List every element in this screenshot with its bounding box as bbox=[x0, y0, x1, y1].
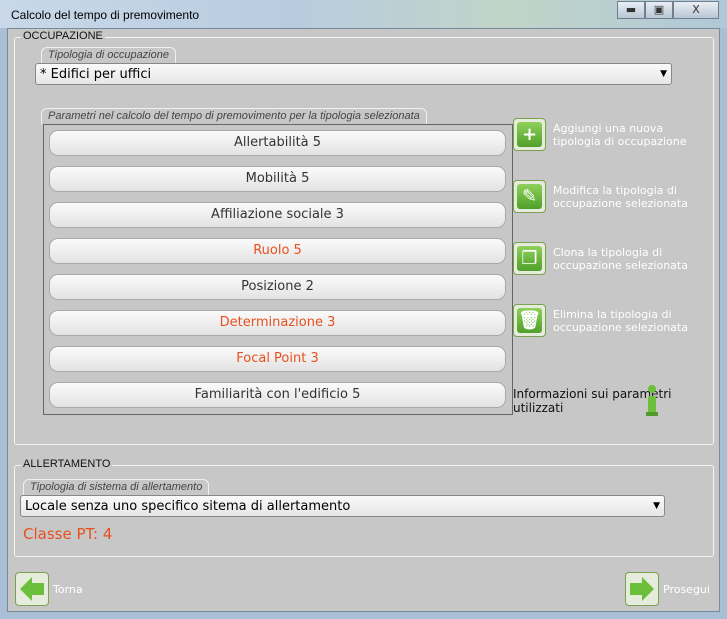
arrow-right-icon bbox=[625, 572, 659, 606]
info-icon[interactable] bbox=[644, 385, 660, 417]
action-pencil-button[interactable]: ✎ Modifica la tipologia di occupazione se… bbox=[513, 180, 703, 213]
param-button[interactable]: Posizione 2 bbox=[49, 274, 506, 300]
action-label: Elimina la tipologia di occupazione sele… bbox=[553, 307, 688, 334]
window-content: OCCUPAZIONE Tipologia di occupazione * E… bbox=[7, 28, 720, 612]
allertamento-group: ALLERTAMENTO Tipologia di sistema di all… bbox=[14, 458, 714, 557]
allertamento-label: ALLERTAMENTO bbox=[21, 458, 113, 470]
action-trash-button[interactable]: 🗑 Elimina la tipologia di occupazione sel… bbox=[513, 304, 703, 337]
tipologia-allertamento-label: Tipologia di sistema di allertamento bbox=[23, 479, 210, 495]
arrow-left-icon bbox=[15, 572, 49, 606]
param-button[interactable]: Focal Point 3 bbox=[49, 346, 506, 372]
param-button[interactable]: Mobilità 5 bbox=[49, 166, 506, 192]
next-button[interactable]: Prosegui bbox=[625, 572, 714, 606]
tipologia-allertamento-select[interactable]: Locale senza uno specifico sitema di all… bbox=[20, 495, 665, 517]
window-title: Calcolo del tempo di premovimento bbox=[11, 8, 200, 22]
classe-pt: Classe PT: 4 bbox=[23, 525, 113, 543]
param-button[interactable]: Allertabilità 5 bbox=[49, 130, 506, 156]
close-button[interactable]: X bbox=[673, 1, 719, 19]
action-label: Aggiungi una nuova tipologia di occupazi… bbox=[553, 121, 687, 148]
dropdown-arrow-icon: ▼ bbox=[653, 501, 660, 511]
action-label: Modifica la tipologia di occupazione sel… bbox=[553, 183, 688, 210]
title-bar: Calcolo del tempo di premovimento ▬ ▣ X bbox=[0, 0, 727, 28]
trash-icon: 🗑 bbox=[513, 304, 546, 337]
param-button[interactable]: Affiliazione sociale 3 bbox=[49, 202, 506, 228]
param-button[interactable]: Determinazione 3 bbox=[49, 310, 506, 336]
back-label: Torna bbox=[53, 582, 83, 596]
next-label: Prosegui bbox=[663, 582, 710, 596]
param-button[interactable]: Familiarità con l'edificio 5 bbox=[49, 382, 506, 408]
maximize-button[interactable]: ▣ bbox=[645, 1, 673, 19]
minimize-button[interactable]: ▬ bbox=[617, 1, 645, 19]
tipologia-occupazione-select[interactable]: * Edifici per uffici ▼ bbox=[35, 63, 672, 85]
selected-value: * Edifici per uffici bbox=[40, 67, 152, 82]
action-clone-button[interactable]: ❐ Clona la tipologia di occupazione selez… bbox=[513, 242, 703, 275]
params-list: Allertabilità 5 Mobilità 5 Affiliazione so… bbox=[43, 124, 513, 415]
back-button[interactable]: Torna bbox=[15, 572, 87, 606]
info-label: Informazioni sui parametri utilizzati bbox=[513, 387, 672, 415]
tipologia-occupazione-label: Tipologia di occupazione bbox=[41, 47, 176, 63]
param-button[interactable]: Ruolo 5 bbox=[49, 238, 506, 264]
params-label: Parametri nel calcolo del tempo di premo… bbox=[41, 108, 427, 124]
occupazione-group: OCCUPAZIONE Tipologia di occupazione * E… bbox=[14, 30, 714, 445]
occupazione-label: OCCUPAZIONE bbox=[21, 30, 105, 42]
action-label: Clona la tipologia di occupazione selezi… bbox=[553, 245, 688, 272]
plus-icon: + bbox=[513, 118, 546, 151]
action-plus-button[interactable]: + Aggiungi una nuova tipologia di occupaz… bbox=[513, 118, 703, 151]
clone-icon: ❐ bbox=[513, 242, 546, 275]
pencil-icon: ✎ bbox=[513, 180, 546, 213]
dropdown-arrow-icon: ▼ bbox=[660, 69, 667, 79]
selected-value: Locale senza uno specifico sitema di all… bbox=[25, 499, 351, 514]
